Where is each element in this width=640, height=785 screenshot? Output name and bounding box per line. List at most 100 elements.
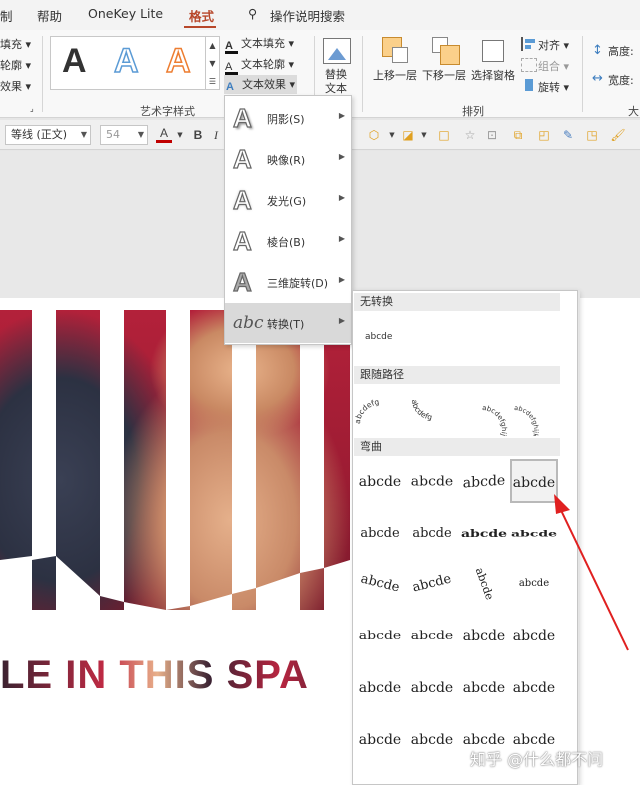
warp-ring-inside[interactable]: abcde [460,519,508,550]
tell-me-search[interactable]: 操作说明搜索 [270,6,345,25]
width-label: 宽度: [608,74,634,87]
gallery-more-icon[interactable]: ☰ [206,73,219,91]
path-circle[interactable]: abcdefghijklm [482,404,508,436]
warp-double-wave-1[interactable]: abcde [460,666,508,710]
font-size-combo[interactable]: 54 ▼ [100,125,148,145]
bring-forward-back-icon [392,47,408,63]
text-outline-button[interactable]: A 文本轮廓 ▾ [225,56,294,75]
warp-arch-down-pour[interactable]: abcde [408,618,456,653]
width-icon: ↔ [592,71,603,86]
crop-icon[interactable]: ⊡ [484,127,500,143]
wordart-style-black[interactable]: A [62,42,87,81]
chevron-right-icon: ▶ [338,111,345,120]
chevron-right-icon: ▶ [338,152,345,161]
menu-item-transform[interactable]: abc 转换(T) ▶ [225,303,351,343]
no-transform-option[interactable]: abcde [365,332,392,342]
text-fill-icon: A [225,41,238,54]
follow-path-options[interactable]: abcdefg abcdefg abcdefghijklm abcdefghij… [354,384,564,436]
height-label: 高度: [608,45,634,58]
send-backward-icon[interactable] [440,45,460,65]
shape-style-icon[interactable]: ⬡ [366,127,382,143]
tab-format[interactable]: 格式 [189,6,214,25]
menu-item-shadow[interactable]: A 阴影(S) ▶ [225,98,351,138]
slide-headline[interactable]: LE IN THIS SPA [0,653,350,698]
italic-button[interactable]: I [208,127,224,143]
bottom-mask-4 [190,594,232,628]
tab-draw[interactable]: 制 [0,6,13,25]
text-outline-label: 文本轮廓 ▾ [241,58,295,71]
warp-double-wave-2[interactable]: abcde [510,666,558,710]
selection-pane-button[interactable]: 选择窗格 [471,67,515,83]
bold-button[interactable]: B [190,127,206,143]
rotate-button[interactable]: 旋转 ▾ [538,79,569,95]
text-effects-label: 文本效果 ▾ [242,78,296,91]
warp-plain[interactable]: abcde [356,460,404,504]
shape-effects-button[interactable]: 效果 ▾ [0,78,31,94]
menu-item-bevel[interactable]: A 棱台(B) ▶ [225,221,351,261]
active-tab-underline [184,26,216,28]
warp-can-up[interactable]: abcde [460,614,508,658]
text-effects-menu: A 阴影(S) ▶ A 映像(R) ▶ A 发光(G) ▶ A 棱台(B) ▶ … [224,95,352,345]
search-icon[interactable]: ⚲ [248,6,257,21]
chevron-down-icon[interactable]: ▼ [384,127,400,143]
warp-stop[interactable]: abcde [408,462,456,502]
format-painter-icon[interactable]: 🖌 [610,127,626,143]
chevron-right-icon: ▶ [338,234,345,243]
menu-item-label: 三维旋转(D) [267,277,329,290]
warp-triangle[interactable]: abcde [460,458,508,505]
group-button[interactable]: 组合 ▾ [538,58,569,74]
favorite-icon[interactable]: ☆ [462,127,478,143]
warp-chevron-down[interactable]: abcde [408,512,456,556]
shape-fill-button[interactable]: 填充 ▾ [0,36,31,52]
selection-pane-icon[interactable] [482,40,504,62]
shape-outline-icon[interactable]: □ [436,127,452,143]
text-effects-button[interactable]: A 文本效果 ▾ [224,75,298,94]
align-button[interactable]: 对齐 ▾ [538,37,569,53]
warp-inflate[interactable]: abcde [356,718,404,762]
menu-item-reflection[interactable]: A 映像(R) ▶ [225,139,351,179]
arrange-icon[interactable]: ⧉ [510,127,526,143]
chevron-down-icon[interactable]: ▼ [172,127,188,143]
menu-item-glow[interactable]: A 发光(G) ▶ [225,180,351,220]
shape-outline-button[interactable]: 轮廓 ▾ [0,57,31,73]
warp-arch-up-pour[interactable]: abcde [356,618,404,653]
path-arch-down[interactable]: abcdefg [410,399,433,422]
path-button[interactable]: abcdefghijklmnop [514,404,540,436]
menu-item-3d-rotation[interactable]: A 三维旋转(D) ▶ [225,262,351,302]
brush-icon[interactable]: ✎ [560,127,576,143]
chevron-down-icon[interactable]: ▼ [416,127,432,143]
text-fill-button[interactable]: A 文本填充 ▾ [225,35,294,54]
replace-picture-icon[interactable] [323,38,351,64]
tab-onekey-lite[interactable]: OneKey Lite [88,6,163,21]
tab-help[interactable]: 帮助 [37,6,62,25]
select-icon[interactable]: ◳ [584,127,600,143]
warp-wave-1[interactable]: abcde [356,666,404,710]
shape-fill-icon[interactable]: ◪ [400,127,416,143]
warp-wave-2[interactable]: abcde [408,666,456,710]
menu-item-label: 发光(G) [267,195,307,208]
warp-deflate[interactable]: abcde [408,718,456,762]
bottom-mask-3 [124,602,166,628]
ribbon-tabbar: 制 帮助 OneKey Lite 格式 ⚲ 操作说明搜索 [0,0,640,30]
gallery-scrollbar[interactable]: ▲ ▼ ☰ [206,36,220,90]
font-color-icon[interactable]: A [156,127,172,143]
send-backward-button[interactable]: 下移一层 [422,67,466,83]
bring-forward-button[interactable]: 上移一层 [373,67,417,83]
bring-front-icon[interactable]: ◰ [536,127,552,143]
red-annotation-arrow [554,494,629,651]
height-icon: ↕ [592,43,603,58]
gallery-up-icon[interactable]: ▲ [206,37,219,55]
warp-chevron-up[interactable]: abcde [356,512,404,556]
path-arch-up[interactable]: abcdefg [354,397,380,424]
wordart-style-blue[interactable]: A [113,41,139,81]
replace-text-label-2[interactable]: 文本 [325,80,347,96]
chevron-right-icon: ▶ [338,275,345,284]
section-no-transform: 无转换 [354,293,560,311]
wordart-style-orange[interactable]: A [165,41,191,81]
chevron-right-icon: ▶ [338,316,345,325]
gallery-down-icon[interactable]: ▼ [206,55,219,73]
group-separator [582,36,583,112]
dialog-launcher-icon[interactable]: ⌟ [30,104,34,113]
font-family-combo[interactable]: 等线 (正文) ▼ [5,125,91,145]
size-group-label: 大 [628,105,639,118]
